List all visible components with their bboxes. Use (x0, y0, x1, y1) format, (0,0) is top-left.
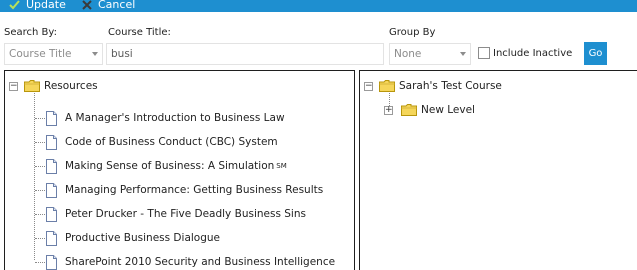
tree-item-label: New Level (421, 104, 475, 116)
tree-connector (35, 214, 45, 215)
tree-item-label: Managing Performance: Getting Business R… (65, 184, 324, 196)
tree-item-course[interactable]: Peter Drucker - The Five Deadly Business… (65, 208, 306, 220)
tree-connector (35, 118, 45, 119)
tree-root-label: Sarah's Test Course (399, 80, 502, 92)
document-icon (46, 111, 57, 126)
folder-icon (24, 80, 40, 92)
document-icon (46, 207, 57, 222)
chevron-down-icon (460, 52, 466, 56)
toolbar: Update Cancel (0, 0, 637, 12)
tree-item-label: A Manager's Introduction to Business Law (65, 112, 285, 124)
close-icon (82, 0, 92, 10)
document-icon (46, 255, 57, 270)
tree-connector (35, 238, 45, 239)
search-by-select[interactable]: Course Title (4, 43, 103, 65)
course-title-label: Course Title: (108, 27, 171, 38)
service-mark: SM (276, 162, 287, 170)
collapse-icon[interactable]: − (9, 82, 18, 91)
tree-item-label: SharePoint 2010 Security and Business In… (65, 256, 336, 268)
tree-item-label: Code of Business Conduct (CBC) System (65, 136, 278, 148)
collapse-icon[interactable]: − (364, 82, 373, 91)
update-button[interactable]: Update (9, 0, 66, 12)
tree-item-course[interactable]: A Manager's Introduction to Business Law (65, 112, 285, 124)
group-by-value: None (394, 48, 422, 60)
tree-connector (35, 166, 45, 167)
tree-root-label: Resources (44, 80, 98, 92)
document-icon (46, 231, 57, 246)
search-by-value: Course Title (9, 48, 72, 60)
include-inactive-checkbox[interactable] (478, 47, 490, 59)
tree-connector (35, 262, 45, 263)
tree-item-label: Productive Business Dialogue (65, 232, 220, 244)
resources-tree-panel: − Resources A Manager's Introduction to … (4, 70, 355, 270)
expand-icon[interactable]: + (384, 106, 393, 115)
group-by-select[interactable]: None (389, 43, 471, 65)
tree-item-label: Making Sense of Business: A Simulation (65, 160, 275, 172)
tree-item-label: Peter Drucker - The Five Deadly Business… (65, 208, 306, 220)
tree-connector (35, 142, 45, 143)
tree-connector (35, 190, 45, 191)
chevron-down-icon (92, 52, 98, 56)
course-title-input[interactable]: busi (106, 43, 384, 65)
group-by-label: Group By (389, 27, 436, 38)
folder-icon (379, 80, 395, 92)
go-button[interactable]: Go (584, 42, 607, 65)
folder-icon (401, 104, 417, 116)
tree-item-course[interactable]: Making Sense of Business: A Simulation SM (65, 160, 287, 172)
tree-item-course[interactable]: SharePoint 2010 Security and Business In… (65, 256, 335, 268)
tree-item-course[interactable]: Managing Performance: Getting Business R… (65, 184, 323, 196)
course-tree-panel: − Sarah's Test Course + New Level (359, 70, 637, 270)
tree-root-resources[interactable]: Resources (44, 80, 98, 92)
include-inactive-label[interactable]: Include Inactive (493, 48, 572, 59)
tree-item-course[interactable]: Productive Business Dialogue (65, 232, 220, 244)
document-icon (46, 159, 57, 174)
cancel-button-label: Cancel (98, 0, 136, 11)
search-by-label: Search By: (4, 27, 57, 38)
tree-item-new-level[interactable]: New Level (421, 104, 475, 116)
update-button-label: Update (26, 0, 66, 11)
tree-root-course[interactable]: Sarah's Test Course (399, 80, 502, 92)
cancel-button[interactable]: Cancel (82, 0, 135, 12)
document-icon (46, 135, 57, 150)
tree-item-course[interactable]: Code of Business Conduct (CBC) System (65, 136, 278, 148)
checkmark-icon (9, 0, 20, 9)
document-icon (46, 183, 57, 198)
